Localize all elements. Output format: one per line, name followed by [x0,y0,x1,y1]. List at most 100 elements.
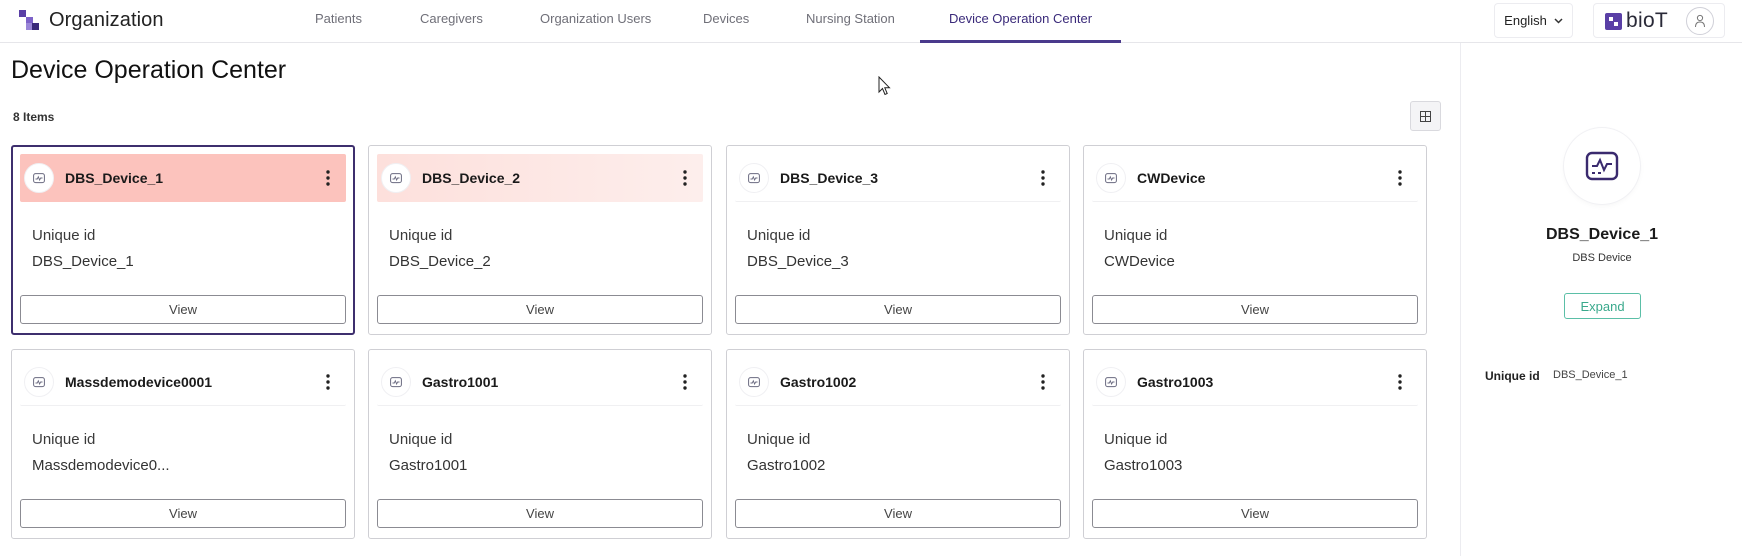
unique-id-label: Unique id [389,431,453,448]
kebab-menu-icon [1398,374,1402,390]
card-header: Gastro1003 [1092,358,1418,406]
grid-view-toggle[interactable] [1410,101,1441,131]
brand[interactable]: Organization [18,8,164,32]
unique-id-label: Unique id [389,227,453,244]
unique-id-label: Unique id [747,431,811,448]
device-name: Gastro1003 [1137,374,1214,390]
device-card[interactable]: Gastro1003 Unique id Gastro1003 View [1083,349,1427,539]
view-button[interactable]: View [735,295,1061,324]
device-name: DBS_Device_2 [422,170,521,186]
device-card[interactable]: DBS_Device_1 Unique id DBS_Device_1 View [11,145,355,335]
kebab-menu-icon [1041,374,1045,390]
organization-logo-icon [19,10,39,30]
tab-nursing-station[interactable]: Nursing Station [806,0,895,42]
card-header: CWDevice [1092,154,1418,202]
expand-button[interactable]: Expand [1564,293,1641,319]
unique-id-value: CWDevice [1104,253,1175,270]
detail-device-name: DBS_Device_1 [1545,226,1659,243]
device-monitor-icon [24,163,54,193]
device-card[interactable]: CWDevice Unique id CWDevice View [1083,145,1427,335]
device-monitor-icon [1564,128,1640,204]
device-card[interactable]: DBS_Device_3 Unique id DBS_Device_3 View [726,145,1070,335]
tab-organization-users[interactable]: Organization Users [540,0,651,42]
card-header: Massdemodevice0001 [20,358,346,406]
card-menu-button[interactable] [320,370,336,394]
view-button[interactable]: View [1092,499,1418,528]
detail-unique-id-value: DBS_Device_1 [1553,369,1628,381]
org-title: Organization [49,8,164,31]
device-monitor-icon [381,367,411,397]
kebab-menu-icon [1041,170,1045,186]
user-avatar-icon [1695,14,1705,28]
device-monitor-icon [1096,367,1126,397]
language-value: English [1504,13,1547,28]
view-button[interactable]: View [20,499,346,528]
tab-device-operation-center[interactable]: Device Operation Center [920,0,1121,43]
card-menu-button[interactable] [1392,166,1408,190]
device-name: CWDevice [1137,170,1206,186]
unique-id-label: Unique id [747,227,811,244]
detail-unique-id-label: Unique id [1485,369,1540,383]
unique-id-label: Unique id [32,431,96,448]
device-card[interactable]: Gastro1001 Unique id Gastro1001 View [368,349,712,539]
device-monitor-icon [381,163,411,193]
view-button[interactable]: View [735,499,1061,528]
device-name: Gastro1001 [422,374,499,390]
device-card[interactable]: Gastro1002 Unique id Gastro1002 View [726,349,1070,539]
unique-id-value: DBS_Device_1 [32,253,134,270]
chevron-down-icon [1554,17,1563,24]
product-logo-box: bioT [1593,3,1725,38]
device-name: Gastro1002 [780,374,857,390]
card-header: DBS_Device_2 [377,154,703,202]
language-select[interactable]: English [1494,3,1573,38]
kebab-menu-icon [326,374,330,390]
card-header: DBS_Device_1 [20,154,346,202]
tab-patients[interactable]: Patients [315,0,362,42]
card-header: DBS_Device_3 [735,154,1061,202]
device-name: Massdemodevice0001 [65,374,213,390]
unique-id-value: Gastro1002 [747,457,826,474]
kebab-menu-icon [326,170,330,186]
biot-logo-icon [1605,13,1622,30]
view-button[interactable]: View [1092,295,1418,324]
unique-id-value: Massdemodevice0... [32,457,170,474]
device-name: DBS_Device_1 [65,170,164,186]
card-header: Gastro1002 [735,358,1061,406]
unique-id-value: Gastro1003 [1104,457,1183,474]
card-menu-button[interactable] [677,166,693,190]
device-detail-panel: DBS_Device_1 DBS Device Expand Unique id… [1460,43,1742,556]
card-menu-button[interactable] [1035,370,1051,394]
unique-id-value: DBS_Device_3 [747,253,849,270]
device-monitor-icon [739,367,769,397]
device-monitor-icon [24,367,54,397]
device-monitor-icon [1096,163,1126,193]
device-monitor-icon [739,163,769,193]
device-card[interactable]: DBS_Device_2 Unique id DBS_Device_2 View [368,145,712,335]
unique-id-label: Unique id [1104,431,1168,448]
tab-devices[interactable]: Devices [703,0,749,42]
item-count: 8 Items [13,110,55,124]
logo-text: bioT [1626,9,1669,32]
view-button[interactable]: View [377,295,703,324]
card-header: Gastro1001 [377,358,703,406]
view-button[interactable]: View [377,499,703,528]
user-avatar[interactable] [1686,7,1714,35]
page-title: Device Operation Center [11,56,287,84]
kebab-menu-icon [683,170,687,186]
kebab-menu-icon [1398,170,1402,186]
unique-id-label: Unique id [32,227,96,244]
tab-caregivers[interactable]: Caregivers [420,0,483,42]
view-button[interactable]: View [20,295,346,324]
unique-id-value: Gastro1001 [389,457,468,474]
device-card[interactable]: Massdemodevice0001 Unique id Massdemodev… [11,349,355,539]
top-bar: Organization Patients Caregivers Organiz… [0,0,1742,43]
device-name: DBS_Device_3 [780,170,879,186]
detail-device-type: DBS Device [1572,252,1632,264]
card-menu-button[interactable] [677,370,693,394]
card-menu-button[interactable] [1035,166,1051,190]
grid-view-icon [1420,110,1431,122]
card-menu-button[interactable] [320,166,336,190]
unique-id-label: Unique id [1104,227,1168,244]
card-menu-button[interactable] [1392,370,1408,394]
unique-id-value: DBS_Device_2 [389,253,491,270]
